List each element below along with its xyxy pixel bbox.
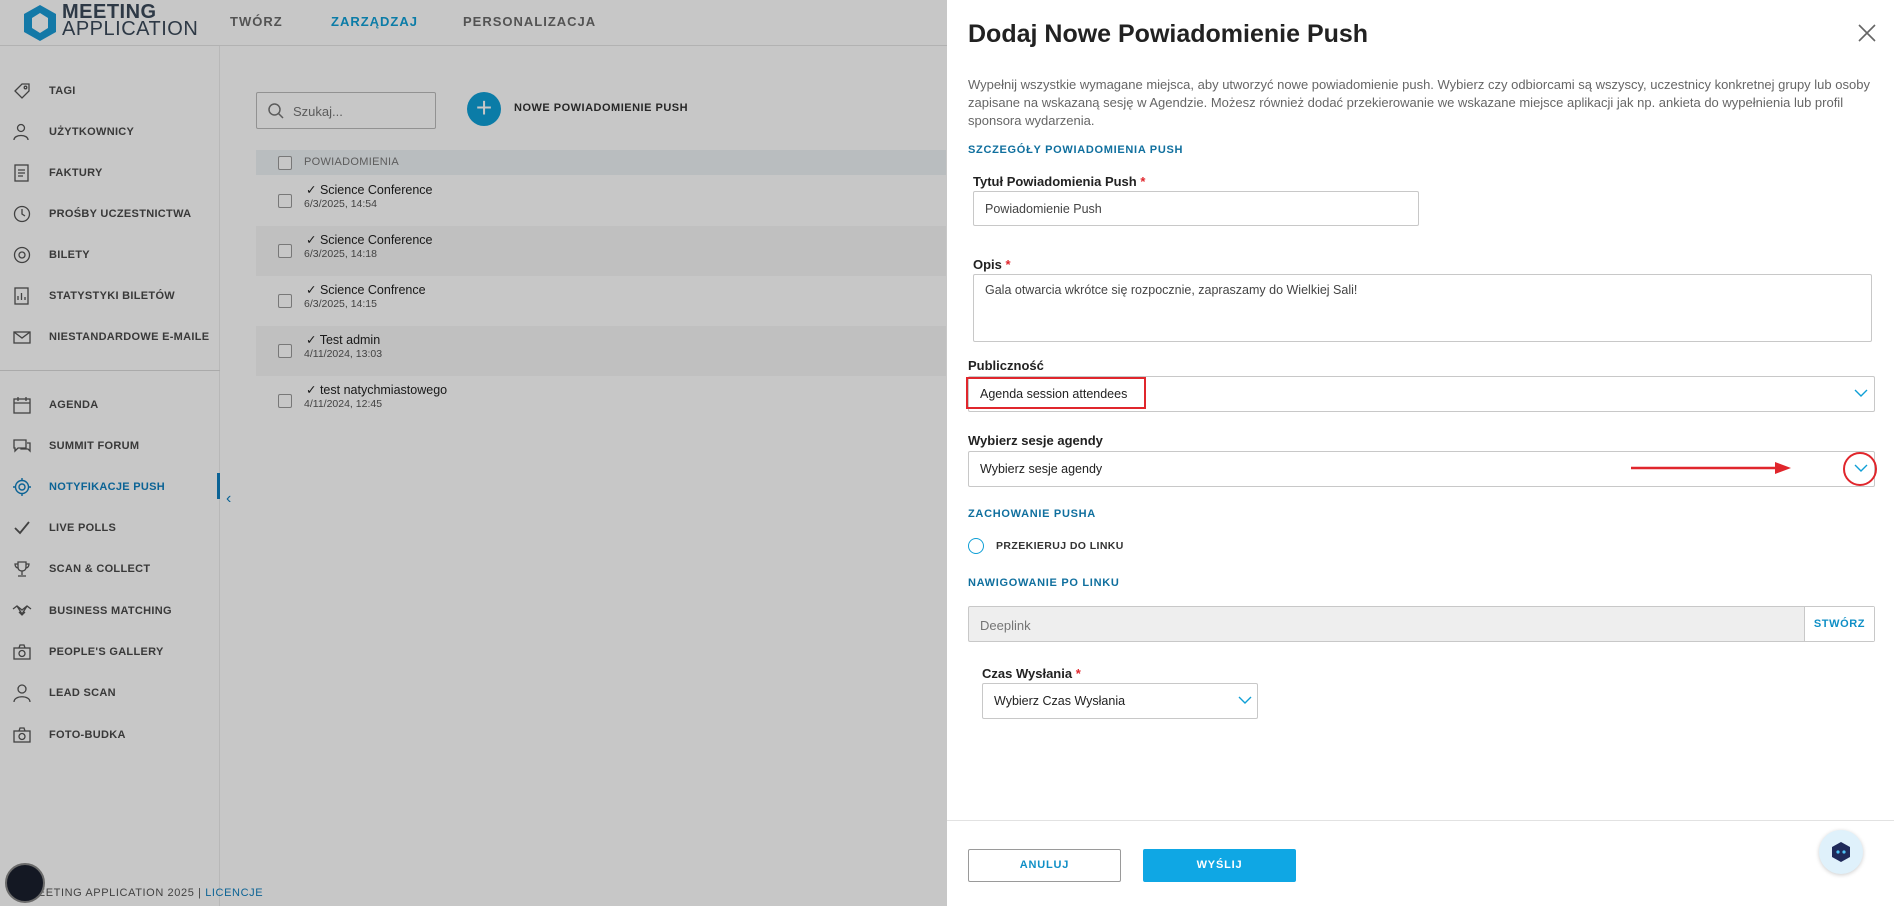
sessions-value: Wybierz sesje agendy bbox=[980, 462, 1103, 476]
deeplink-field: STWÓRZ bbox=[968, 606, 1875, 642]
title-label-text: Tytuł Powiadomienia Push bbox=[973, 174, 1137, 189]
required-mark: * bbox=[1005, 257, 1011, 272]
redirect-option[interactable]: PRZEKIERUJ DO LINKU bbox=[968, 537, 1124, 555]
description-label: Opis * bbox=[973, 257, 1011, 272]
close-icon[interactable] bbox=[1856, 22, 1878, 44]
required-mark: * bbox=[1140, 174, 1146, 189]
section-navigation: NAWIGOWANIE PO LINKU bbox=[968, 577, 1120, 589]
send-time-select[interactable]: Wybierz Czas Wysłania bbox=[982, 683, 1258, 719]
send-time-label-text: Czas Wysłania bbox=[982, 666, 1073, 681]
section-details: SZCZEGÓŁY POWIADOMIENIA PUSH bbox=[968, 144, 1184, 156]
chevron-down-icon[interactable] bbox=[1854, 388, 1868, 398]
cancel-button[interactable]: ANULUJ bbox=[968, 849, 1121, 882]
footer-divider bbox=[947, 820, 1894, 821]
send-time-value: Wybierz Czas Wysłania bbox=[994, 694, 1126, 708]
add-push-panel: Dodaj Nowe Powiadomienie Push Wypełnij w… bbox=[947, 0, 1894, 906]
send-button[interactable]: WYŚLIJ bbox=[1143, 849, 1296, 882]
panel-title: Dodaj Nowe Powiadomienie Push bbox=[968, 20, 1369, 48]
description-label-text: Opis bbox=[973, 257, 1002, 272]
chevron-down-icon[interactable] bbox=[1238, 695, 1252, 705]
required-mark: * bbox=[1075, 666, 1081, 681]
help-chat-button[interactable] bbox=[1819, 830, 1863, 874]
create-deeplink-button[interactable]: STWÓRZ bbox=[1804, 607, 1874, 641]
audience-label: Publiczność bbox=[968, 358, 1044, 373]
title-label: Tytuł Powiadomienia Push * bbox=[973, 174, 1145, 189]
section-behavior: ZACHOWANIE PUSHA bbox=[968, 508, 1096, 520]
arrow-annotation-icon bbox=[1631, 462, 1791, 474]
redirect-radio[interactable] bbox=[968, 538, 984, 554]
modal-backdrop[interactable] bbox=[0, 0, 947, 906]
audience-highlight bbox=[966, 377, 1146, 409]
redirect-label: PRZEKIERUJ DO LINKU bbox=[996, 540, 1124, 552]
dropdown-highlight-circle bbox=[1843, 452, 1877, 486]
description-textarea[interactable]: Gala otwarcia wkrótce się rozpocznie, za… bbox=[973, 274, 1872, 342]
title-input[interactable] bbox=[973, 191, 1419, 226]
send-time-label: Czas Wysłania * bbox=[982, 666, 1081, 681]
assistant-icon bbox=[1832, 842, 1850, 862]
sessions-label: Wybierz sesje agendy bbox=[968, 433, 1103, 448]
deeplink-input[interactable] bbox=[980, 615, 1630, 635]
panel-description: Wypełnij wszystkie wymagane miejsca, aby… bbox=[968, 77, 1870, 128]
